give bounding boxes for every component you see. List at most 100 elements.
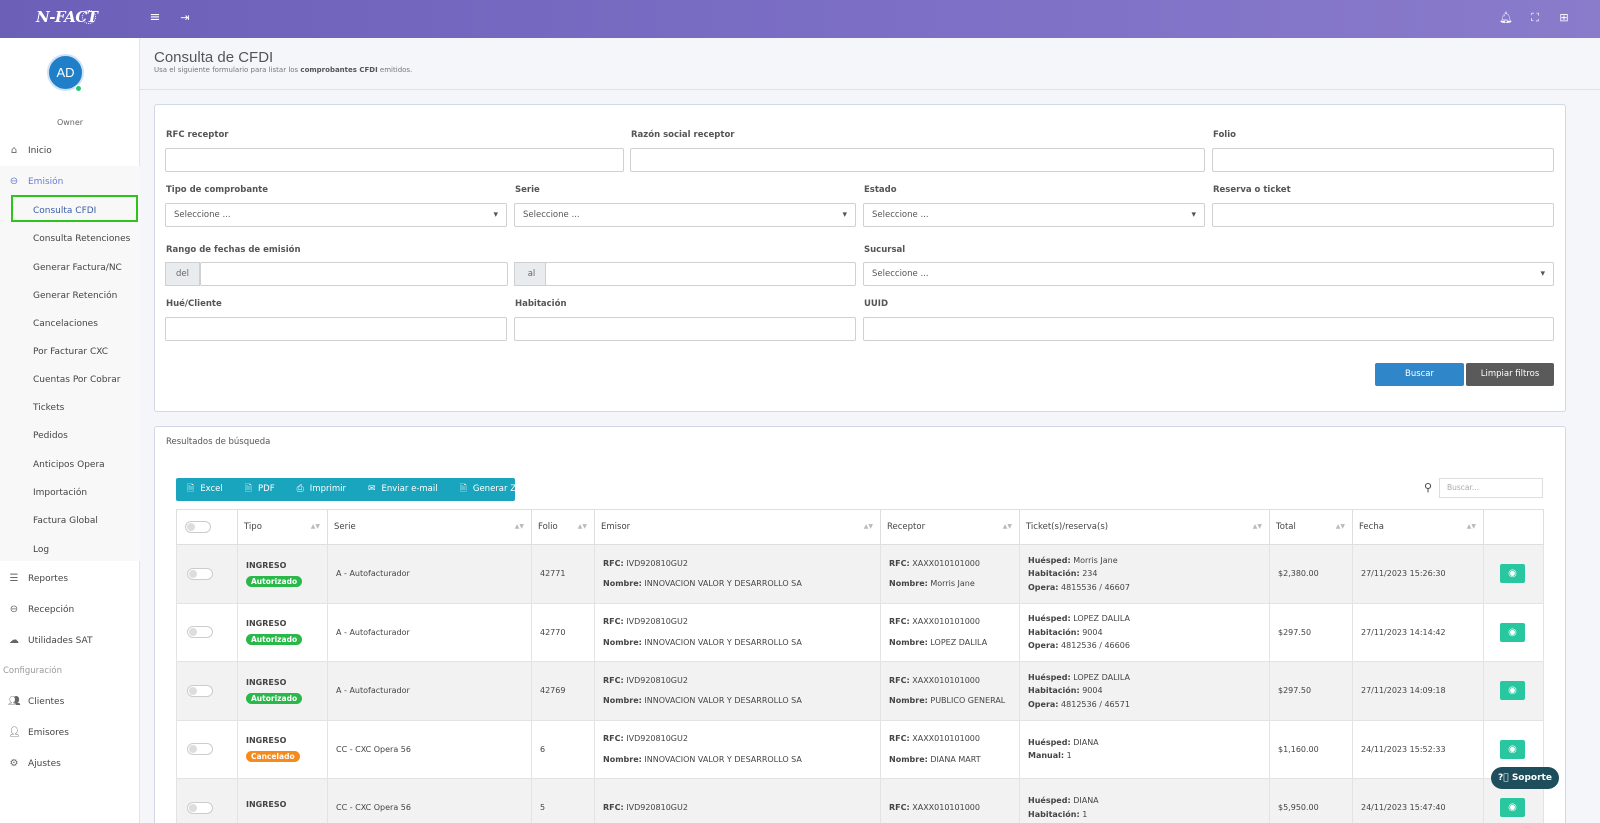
field-value: IVD920810GU2 [626,675,688,685]
field-label: Opera: [1028,699,1059,709]
column-header-emisor[interactable]: Emisor ▲▼ [594,509,881,545]
tickets-cell: Huésped: Morris Jane Habitación: 234 Opera… [1019,544,1270,604]
sidebar-item-emision[interactable]: ⊖ Emisión [8,176,64,187]
sidebar-item-reportes[interactable]: ☰ Reportes [8,573,69,584]
view-eye-icon[interactable]: ◉ [1500,681,1525,701]
sidebar-item-cancelaciones[interactable]: Cancelaciones [33,319,98,329]
sidebar-item-ajustes[interactable]: ⚙ Ajustes [8,758,61,769]
sidebar-item-factura-global[interactable]: Factura Global [33,516,98,526]
view-eye-icon[interactable]: ◉ [1500,564,1525,584]
sidebar-item-por-facturar-cxc[interactable]: Por Facturar CXC [33,347,108,357]
buscar-button[interactable]: Buscar [1375,363,1464,386]
rfc-receptor-input[interactable] [165,148,624,172]
field-value: XAXX010101000 [912,803,980,812]
column-header-tickets[interactable]: Ticket(s)/reserva(s) ▲▼ [1019,509,1270,545]
table-row[interactable]: INGRESO Autorizado A - Autofacturador 42771… [176,544,1544,604]
column-header-fecha[interactable]: Fecha ▲▼ [1352,509,1484,545]
sidebar-item-label: Clientes [28,696,65,707]
date-from-input[interactable] [200,262,508,286]
sidebar-item-generar-factura[interactable]: Generar Factura/NC [33,263,122,273]
serie-select[interactable]: Seleccione ... [514,203,856,227]
sidebar-item-inicio[interactable]: ⌂ Inicio [8,145,52,156]
table-row[interactable]: INGRESO Autorizado A - Autofacturador 42769… [176,661,1544,721]
field-value: LOPEZ DALILA [1073,672,1130,682]
menu-icon[interactable]: ≡ [147,10,163,26]
tipo-comprobante-select[interactable]: Seleccione ... [165,203,507,227]
field-label: Huésped: [1028,555,1071,565]
total-cell: $297.50 [1269,661,1353,721]
logout-icon[interactable]: ⇥ [177,10,193,26]
sidebar-item-utilidades-sat[interactable]: ☁ Utilidades SAT [8,635,92,646]
folio-cell: 42769 [531,661,595,721]
column-header-total[interactable]: Total ▲▼ [1269,509,1353,545]
header-divider [140,89,1600,90]
receptor-cell: RFC: XAXX010101000 Nombre: Morris Jane [880,544,1020,604]
tickets-cell: Huésped: DIANA Habitación: 1 [1019,778,1270,823]
sidebar-item-importacion[interactable]: Importación [33,488,87,498]
uuid-input[interactable] [863,317,1554,341]
emisor-rfc: RFC: IVD920810GU2 [603,557,880,571]
sidebar-item-cuentas-por-cobrar[interactable]: Cuentas Por Cobrar [33,375,120,385]
excel-button[interactable]: 🗎︎ Excel [176,478,234,501]
field-label: Nombre: [889,696,928,706]
enviar-email-button[interactable]: ✉ Enviar e-mail [357,478,449,501]
soporte-button[interactable]: ?⃝ Soporte [1491,767,1559,789]
sidebar-item-clientes[interactable]: 👥︎ Clientes [8,696,64,707]
row-toggle[interactable] [187,626,213,639]
sucursal-select[interactable]: Seleccione ... [863,262,1554,286]
total-cell: $1,160.00 [1269,719,1353,779]
status-badge: Autorizado [246,692,303,704]
tickets-cell: Huésped: LOPEZ DALILA Habitación: 9004 Ope… [1019,602,1270,662]
habitacion-input[interactable] [514,317,856,341]
view-eye-icon[interactable]: ◉ [1500,798,1525,818]
sidebar-item-label: Emisores [28,727,69,738]
table-row[interactable]: INGRESO CC - CXC Opera 56 5 RFC: IVD920810G… [176,778,1544,823]
row-toggle[interactable] [187,801,213,814]
table-row[interactable]: INGRESO Cancelado CC - CXC Opera 56 6 RFC: I… [176,719,1544,779]
sidebar-item-consulta-cfdi[interactable]: Consulta CFDI [33,206,96,216]
column-header-tipo[interactable]: Tipo ▲▼ [237,509,328,545]
row-select-cell [176,544,238,604]
sidebar-item-generar-retencion[interactable]: Generar Retención [33,291,117,301]
view-eye-icon[interactable]: ◉ [1500,622,1525,642]
tipo-cell: INGRESO Autorizado [237,602,328,662]
sidebar-item-log[interactable]: Log [33,545,49,555]
pdf-button[interactable]: 🗎︎ PDF [234,478,286,501]
select-all-toggle[interactable] [185,521,211,533]
sidebar-item-recepcion[interactable]: ⊖ Recepción [8,604,74,615]
razon-social-input[interactable] [630,148,1205,172]
reserva-ticket-input[interactable] [1212,203,1554,227]
row-toggle[interactable] [187,743,213,756]
tipo-value: INGRESO [246,560,287,570]
field-value: 1 [1066,751,1072,761]
view-eye-icon[interactable]: ◉ [1500,739,1525,759]
row-toggle[interactable] [187,684,213,697]
sidebar-item-consulta-retenciones[interactable]: Consulta Retenciones [33,234,130,244]
column-header-folio[interactable]: Folio ▲▼ [531,509,595,545]
field-value: 4815536 / 46607 [1061,582,1130,592]
tipo-value: INGRESO [246,800,287,810]
date-to-input[interactable] [545,262,856,286]
imprimir-button[interactable]: ⎙ Imprimir [286,478,357,501]
sidebar-item-emisores[interactable]: 👤︎ Emisores [8,727,69,738]
bell-icon[interactable]: 🔔︎ [1498,10,1514,26]
folio-input[interactable] [1212,148,1554,172]
estado-select[interactable]: Seleccione ... [863,203,1205,227]
huesped-cliente-input[interactable] [165,317,507,341]
table-search-input[interactable]: Buscar... [1439,478,1543,498]
field-label: Habitación: [1028,569,1080,578]
grid-icon[interactable]: ⊞ [1556,10,1572,26]
column-header-serie[interactable]: Serie ▲▼ [327,509,532,545]
expand-icon[interactable]: ⛶ [1527,10,1543,26]
sidebar-item-pedidos[interactable]: Pedidos [33,431,68,441]
generar-zip-button[interactable]: 🗎︎ Generar ZIP [449,478,535,501]
sidebar-item-tickets[interactable]: Tickets [33,403,64,413]
table-row[interactable]: INGRESO Autorizado A - Autofacturador 42770… [176,602,1544,662]
fecha-cell: 27/11/2023 14:14:42 [1352,602,1484,662]
sidebar-item-anticipos-opera[interactable]: Anticipos Opera [33,460,105,470]
users-icon: 👥︎ [8,696,21,707]
limpiar-filtros-button[interactable]: Limpiar filtros [1466,363,1554,386]
row-toggle[interactable] [187,567,213,580]
column-header-receptor[interactable]: Receptor ▲▼ [880,509,1020,545]
field-label: Nombre: [889,754,928,764]
